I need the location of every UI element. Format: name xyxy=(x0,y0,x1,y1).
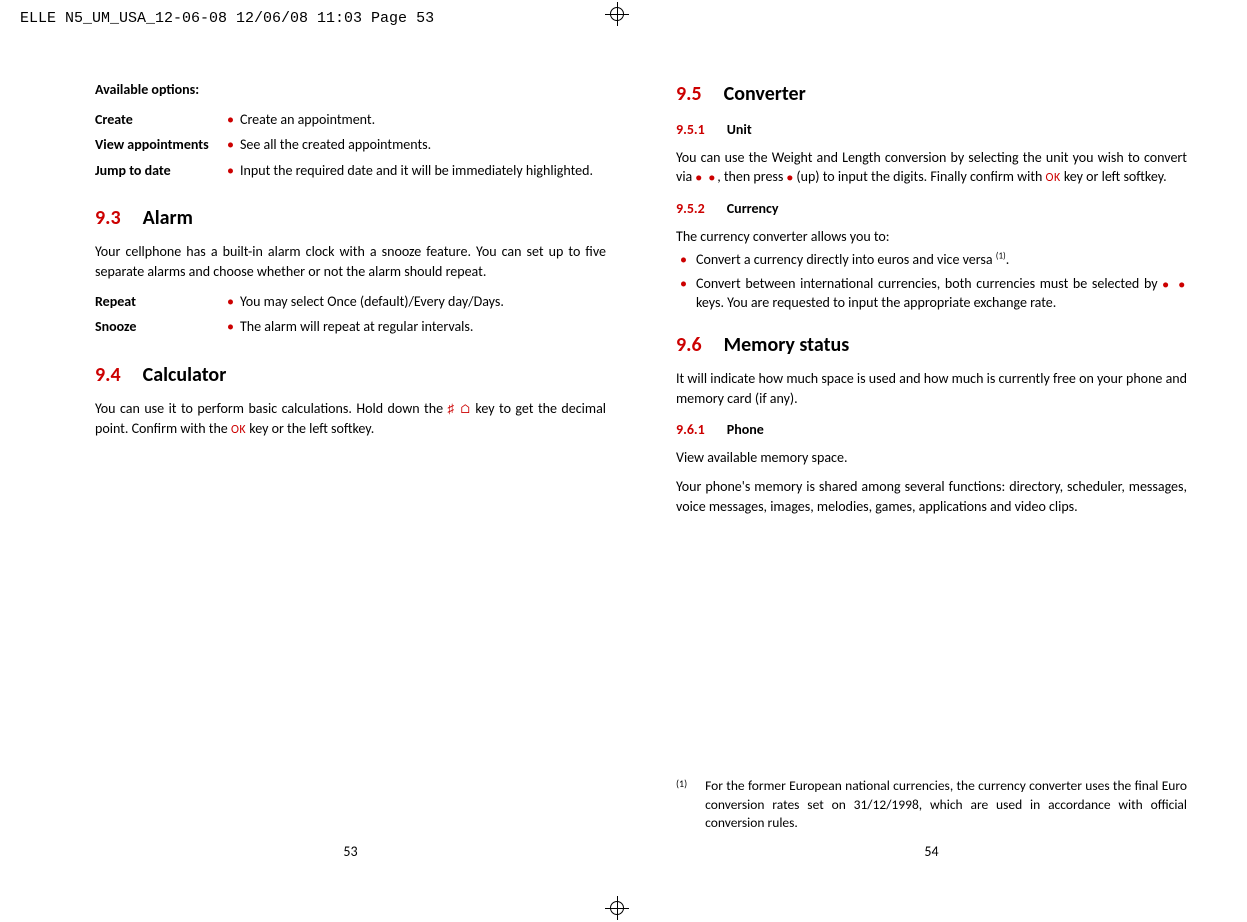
body-fragment: , then press xyxy=(717,168,786,185)
option-desc-text: Create an appointment. xyxy=(240,111,375,128)
subsection-title: Unit xyxy=(727,121,752,138)
options-table: Create •Create an appointment. View appo… xyxy=(95,110,606,187)
section-9-6-body: It will indicate how much space is used … xyxy=(676,369,1187,408)
section-title: Converter xyxy=(724,82,806,106)
section-9-5-1-heading: 9.5.1 Unit xyxy=(676,120,1187,140)
body-fragment: . xyxy=(1006,251,1010,268)
option-desc: •You may select Once (default)/Every day… xyxy=(215,292,606,318)
body-fragment: You can use it to perform basic calculat… xyxy=(95,400,448,417)
subsection-number: 9.5.2 xyxy=(676,200,705,217)
option-term: Snooze xyxy=(95,317,215,343)
section-number: 9.3 xyxy=(95,206,121,230)
body-fragment: key or the left softkey. xyxy=(246,420,374,437)
option-desc: •Input the required date and it will be … xyxy=(215,161,606,187)
option-desc-text: The alarm will repeat at regular interva… xyxy=(240,318,473,335)
table-row: Snooze •The alarm will repeat at regular… xyxy=(95,317,606,343)
section-9-3-heading: 9.3 Alarm xyxy=(95,204,606,232)
body-fragment: Convert between international currencies… xyxy=(696,275,1162,292)
currency-intro: The currency converter allows you to: xyxy=(676,227,1187,247)
option-desc: •Create an appointment. xyxy=(215,110,606,136)
section-9-5-2-heading: 9.5.2 Currency xyxy=(676,199,1187,219)
print-slug: ELLE N5_UM_USA_12-06-08 12/06/08 11:03 P… xyxy=(20,10,434,27)
nav-leftright-icon: ● ● xyxy=(695,171,717,184)
hash-key-icon: ♯ ⌂ xyxy=(448,402,471,417)
body-fragment: keys. You are requested to input the app… xyxy=(696,294,1056,311)
option-desc-text: You may select Once (default)/Every day/… xyxy=(240,293,504,310)
section-title: Alarm xyxy=(143,206,193,230)
option-term: Repeat xyxy=(95,292,215,318)
currency-list: Convert a currency directly into euros a… xyxy=(676,250,1187,313)
section-9-5-1-body: You can use the Weight and Length conver… xyxy=(676,148,1187,187)
option-desc-text: See all the created appointments. xyxy=(240,136,431,153)
page-number-right: 54 xyxy=(676,842,1187,862)
section-9-4-heading: 9.4 Calculator xyxy=(95,361,606,389)
section-title: Memory status xyxy=(724,333,850,357)
available-options-heading: Available options: xyxy=(95,80,606,100)
page-left: Available options: Create •Create an app… xyxy=(95,80,606,862)
registration-mark-bottom xyxy=(605,896,629,920)
ok-key-icon: OK xyxy=(231,423,246,437)
table-row: Create •Create an appointment. xyxy=(95,110,606,136)
list-item: Convert between international currencies… xyxy=(676,274,1187,313)
table-row: Repeat •You may select Once (default)/Ev… xyxy=(95,292,606,318)
page-spread: Available options: Create •Create an app… xyxy=(95,80,1187,862)
section-title: Calculator xyxy=(143,363,227,387)
subsection-number: 9.6.1 xyxy=(676,421,705,438)
option-term: Create xyxy=(95,110,215,136)
page-number-left: 53 xyxy=(95,842,606,862)
section-number: 9.6 xyxy=(676,333,702,357)
subsection-number: 9.5.1 xyxy=(676,121,705,138)
list-item: Convert a currency directly into euros a… xyxy=(676,250,1187,270)
option-desc: •The alarm will repeat at regular interv… xyxy=(215,317,606,343)
alarm-options-table: Repeat •You may select Once (default)/Ev… xyxy=(95,292,606,343)
body-fragment: key or left softkey. xyxy=(1061,168,1167,185)
option-term: Jump to date xyxy=(95,161,215,187)
section-9-5-heading: 9.5 Converter xyxy=(676,80,1187,108)
registration-mark-top xyxy=(605,2,629,26)
subsection-title: Currency xyxy=(727,200,779,217)
footnote-text: For the former European national currenc… xyxy=(705,777,1187,832)
page-right: 9.5 Converter 9.5.1 Unit You can use the W… xyxy=(676,80,1187,862)
subsection-title: Phone xyxy=(727,421,764,438)
option-desc-text: Input the required date and it will be i… xyxy=(240,162,593,179)
section-9-3-body: Your cellphone has a built-in alarm cloc… xyxy=(95,242,606,281)
phone-body-1: View available memory space. xyxy=(676,448,1187,468)
ok-key-icon: OK xyxy=(1046,171,1061,185)
section-9-6-heading: 9.6 Memory status xyxy=(676,331,1187,359)
section-number: 9.5 xyxy=(676,82,702,106)
table-row: Jump to date •Input the required date an… xyxy=(95,161,606,187)
footnote: (1) For the former European national cur… xyxy=(676,777,1187,832)
table-row: View appointments •See all the created a… xyxy=(95,135,606,161)
nav-leftright-icon: ● ● xyxy=(1162,278,1187,291)
option-term: View appointments xyxy=(95,135,215,161)
footnote-ref: (1) xyxy=(996,251,1006,262)
section-9-6-1-heading: 9.6.1 Phone xyxy=(676,420,1187,440)
phone-body-2: Your phone's memory is shared among seve… xyxy=(676,477,1187,516)
section-number: 9.4 xyxy=(95,363,121,387)
option-desc: •See all the created appointments. xyxy=(215,135,606,161)
footnote-marker: (1) xyxy=(676,777,687,832)
body-fragment: (up) to input the digits. Finally confir… xyxy=(793,168,1045,185)
body-fragment: Convert a currency directly into euros a… xyxy=(696,251,996,268)
section-9-4-body: You can use it to perform basic calculat… xyxy=(95,399,606,439)
